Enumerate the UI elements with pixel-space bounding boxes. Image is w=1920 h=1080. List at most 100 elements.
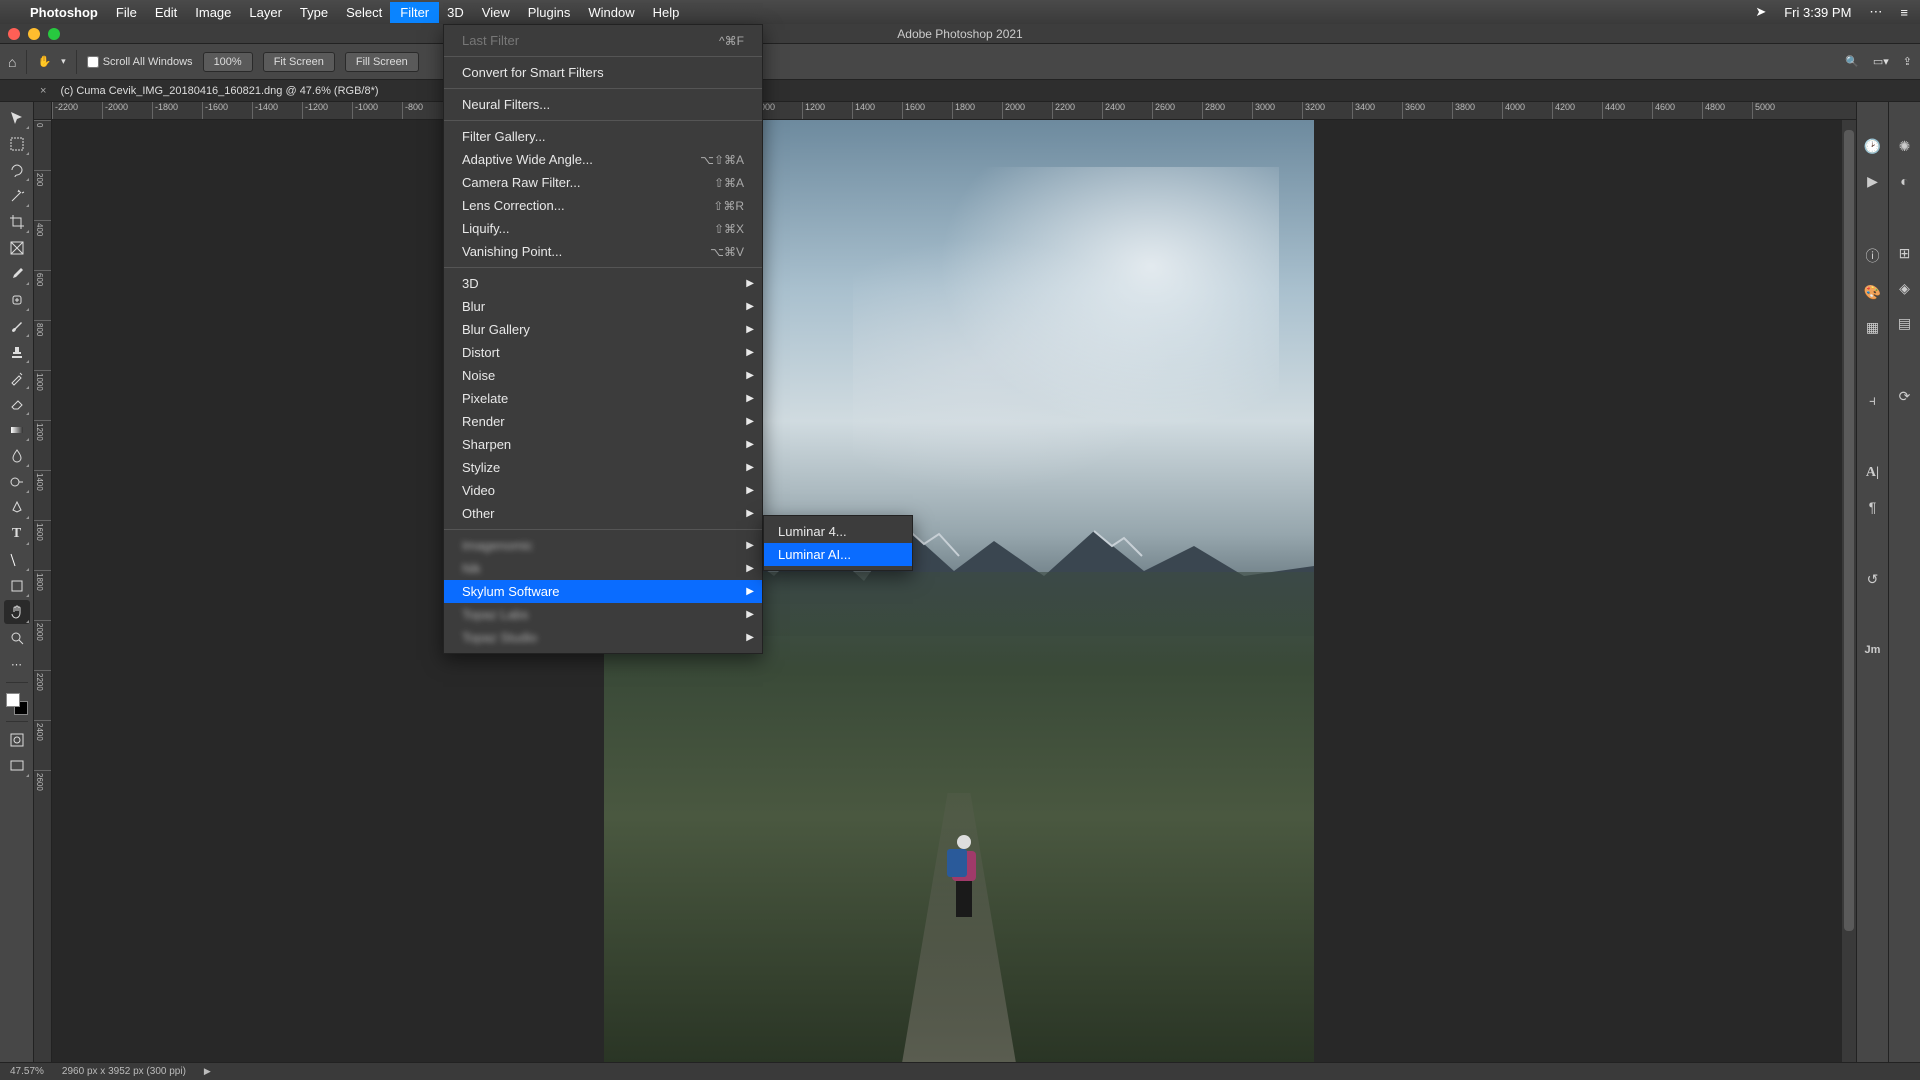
home-icon[interactable]: ⌂ <box>8 54 16 70</box>
menu-filter[interactable]: Filter <box>390 2 439 23</box>
document-tab[interactable]: (c) Cuma Cevik_IMG_20180416_160821.dng @… <box>52 82 386 100</box>
wand-tool[interactable] <box>4 184 30 208</box>
properties-panel-icon[interactable]: ⊞ <box>1899 245 1911 262</box>
menu-extras-icon[interactable]: ⋯ <box>1869 4 1882 20</box>
status-app-icon[interactable]: ➤ <box>1755 4 1766 20</box>
filter-menu-item[interactable]: Liquify...⇧⌘X <box>444 217 762 240</box>
filter-menu-item[interactable]: Filter Gallery... <box>444 125 762 148</box>
window-close-button[interactable] <box>8 28 20 40</box>
align-panel-icon[interactable]: ⫞ <box>1869 392 1876 409</box>
edit-toolbar-icon[interactable]: ⋯ <box>4 652 30 676</box>
menu-window[interactable]: Window <box>588 5 634 20</box>
filter-submenu-item[interactable]: Blur▶ <box>444 295 762 318</box>
hand-tool-icon[interactable]: ✋ <box>37 55 51 68</box>
filter-plugin-item[interactable]: Imagenomic▶ <box>444 534 762 557</box>
filter-menu-item[interactable]: Adaptive Wide Angle...⌥⇧⌘A <box>444 148 762 171</box>
libraries-panel-icon[interactable]: ⟳ <box>1899 388 1911 405</box>
quickmask-icon[interactable] <box>4 728 30 752</box>
skylum-submenu-item[interactable]: Luminar 4... <box>764 520 912 543</box>
filter-submenu-item[interactable]: 3D▶ <box>444 272 762 295</box>
shape-tool[interactable] <box>4 574 30 598</box>
filter-submenu-item[interactable]: Blur Gallery▶ <box>444 318 762 341</box>
stamp-tool[interactable] <box>4 340 30 364</box>
blur-tool[interactable] <box>4 444 30 468</box>
menu-edit[interactable]: Edit <box>155 5 177 20</box>
workspace-icon[interactable]: ▭▾ <box>1873 55 1889 68</box>
frame-tool[interactable] <box>4 236 30 260</box>
search-icon[interactable]: 🔍 <box>1845 55 1859 68</box>
share-icon[interactable]: ⇪ <box>1903 55 1912 68</box>
healing-tool[interactable] <box>4 288 30 312</box>
grid-panel-icon[interactable]: ▦ <box>1866 319 1879 336</box>
menu-help[interactable]: Help <box>653 5 680 20</box>
vertical-ruler[interactable]: 0200400600800100012001400160018002000220… <box>34 120 52 1062</box>
menu-file[interactable]: File <box>116 5 137 20</box>
dodge-tool[interactable] <box>4 470 30 494</box>
timeline-panel-icon[interactable]: ↺ <box>1867 571 1879 588</box>
channels-panel-icon[interactable]: ▤ <box>1898 315 1911 332</box>
brush-tool[interactable] <box>4 314 30 338</box>
scroll-all-windows-checkbox[interactable]: Scroll All Windows <box>87 56 193 68</box>
menu-select[interactable]: Select <box>346 5 382 20</box>
window-maximize-button[interactable] <box>48 28 60 40</box>
path-tool[interactable] <box>4 548 30 572</box>
layers-panel-icon[interactable]: ◈ <box>1899 280 1910 297</box>
menu-image[interactable]: Image <box>195 5 231 20</box>
history-panel-icon[interactable]: 🕑 <box>1864 138 1881 155</box>
crop-tool[interactable] <box>4 210 30 234</box>
filter-submenu-item[interactable]: Render▶ <box>444 410 762 433</box>
eraser-tool[interactable] <box>4 392 30 416</box>
filter-plugin-item[interactable]: Topaz Studio▶ <box>444 626 762 649</box>
menu-type[interactable]: Type <box>300 5 328 20</box>
adjustments-panel-icon[interactable]: ◐ <box>1900 173 1908 189</box>
filter-plugin-item[interactable]: Skylum Software▶ <box>444 580 762 603</box>
dropdown-arrow-icon[interactable]: ▾ <box>61 56 66 67</box>
fill-screen-button[interactable]: Fill Screen <box>345 52 419 72</box>
marquee-tool[interactable] <box>4 132 30 156</box>
filter-submenu-item[interactable]: Distort▶ <box>444 341 762 364</box>
filter-neural[interactable]: Neural Filters... <box>444 93 762 116</box>
filter-submenu-item[interactable]: Noise▶ <box>444 364 762 387</box>
zoom-level[interactable]: 47.57% <box>10 1066 44 1077</box>
zoom-100-button[interactable]: 100% <box>203 52 253 72</box>
fit-screen-button[interactable]: Fit Screen <box>263 52 335 72</box>
filter-submenu-item[interactable]: Stylize▶ <box>444 456 762 479</box>
character-panel-icon[interactable]: A| <box>1866 465 1879 481</box>
hand-tool[interactable] <box>4 600 30 624</box>
filter-convert-smart[interactable]: Convert for Smart Filters <box>444 61 762 84</box>
menu-layer[interactable]: Layer <box>249 5 282 20</box>
status-arrow-icon[interactable]: ▶ <box>204 1066 211 1077</box>
actions-panel-icon[interactable]: ▶ <box>1867 173 1878 190</box>
vertical-scrollbar[interactable] <box>1842 120 1856 1062</box>
filter-menu-item[interactable]: Camera Raw Filter...⇧⌘A <box>444 171 762 194</box>
filter-menu-item[interactable]: Vanishing Point...⌥⌘V <box>444 240 762 263</box>
document-dimensions[interactable]: 2960 px x 3952 px (300 ppi) <box>62 1066 186 1077</box>
lasso-tool[interactable] <box>4 158 30 182</box>
screenmode-icon[interactable] <box>4 754 30 778</box>
paragraph-panel-icon[interactable]: ¶ <box>1869 499 1877 515</box>
type-tool[interactable]: T <box>4 522 30 546</box>
filter-menu-item[interactable]: Lens Correction...⇧⌘R <box>444 194 762 217</box>
eyedropper-tool[interactable] <box>4 262 30 286</box>
jm-badge[interactable]: Jm <box>1865 644 1881 656</box>
info-panel-icon[interactable]: ⓘ <box>1866 246 1880 266</box>
gradient-tool[interactable] <box>4 418 30 442</box>
window-minimize-button[interactable] <box>28 28 40 40</box>
history-brush-tool[interactable] <box>4 366 30 390</box>
horizontal-ruler[interactable]: -2200-2000-1800-1600-1400-1200-1000-8008… <box>52 102 1856 120</box>
app-name[interactable]: Photoshop <box>30 5 98 20</box>
filter-plugin-item[interactable]: Topaz Labs▶ <box>444 603 762 626</box>
zoom-tool[interactable] <box>4 626 30 650</box>
move-tool[interactable] <box>4 106 30 130</box>
menu-plugins[interactable]: Plugins <box>528 5 571 20</box>
color-swatches[interactable] <box>6 693 28 715</box>
filter-submenu-item[interactable]: Pixelate▶ <box>444 387 762 410</box>
filter-submenu-item[interactable]: Other▶ <box>444 502 762 525</box>
menu-3d[interactable]: 3D <box>447 5 464 20</box>
filter-submenu-item[interactable]: Video▶ <box>444 479 762 502</box>
clock[interactable]: Fri 3:39 PM <box>1784 5 1851 20</box>
scrollbar-thumb[interactable] <box>1844 130 1854 931</box>
filter-plugin-item[interactable]: Nik▶ <box>444 557 762 580</box>
filter-submenu-item[interactable]: Sharpen▶ <box>444 433 762 456</box>
menu-view[interactable]: View <box>482 5 510 20</box>
